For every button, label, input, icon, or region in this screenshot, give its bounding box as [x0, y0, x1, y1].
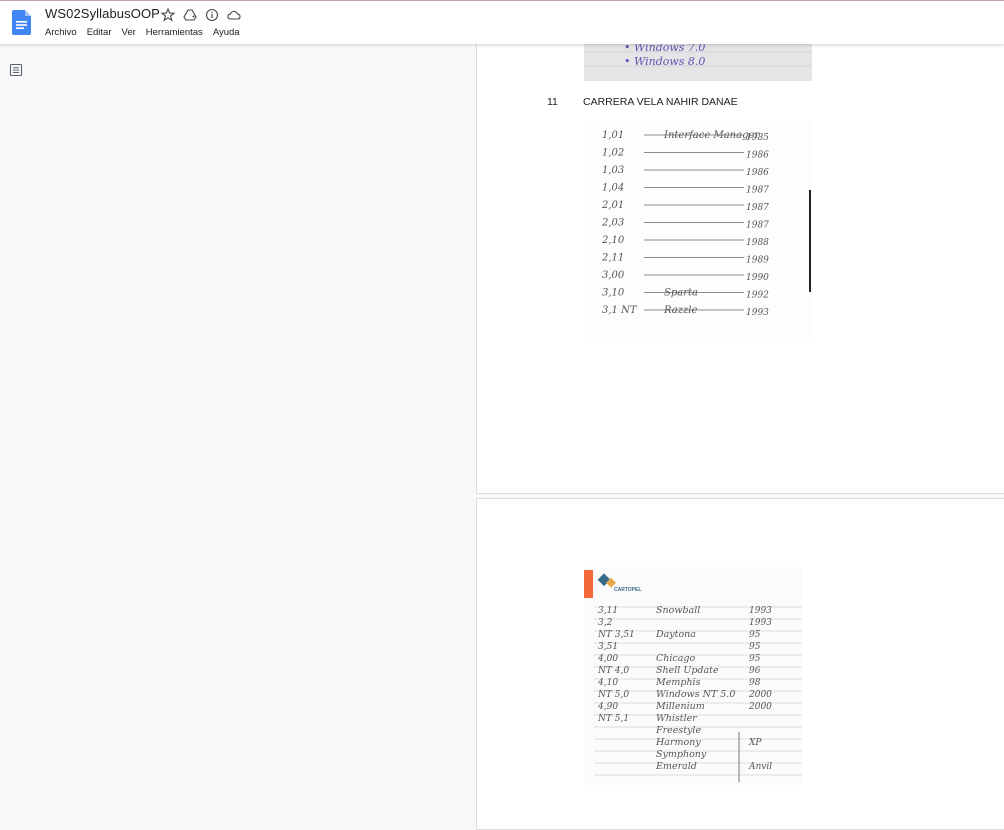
photo2-year: 1986 — [746, 168, 769, 178]
cartopel-logo: CARTOPEL — [614, 587, 641, 593]
photo3-name: Chicago — [656, 653, 695, 664]
photo3-year: 1993 — [749, 618, 772, 628]
document-outline-icon[interactable] — [9, 63, 23, 77]
photo3-name: Memphis — [655, 677, 701, 688]
photo3-version: 3,51 — [598, 642, 618, 652]
handwritten-photo-1[interactable]: • Windows 7.0 • Windows 8.0 — [584, 44, 812, 81]
photo3-name: Symphony — [656, 749, 707, 760]
photo2-year: 1989 — [746, 256, 769, 266]
document-title[interactable]: WS02SyllabusOOP — [45, 6, 160, 21]
photo2-version: 3,1 NT — [602, 305, 638, 316]
photo3-year: 98 — [749, 678, 761, 688]
photo3-row: Freestyle — [655, 725, 701, 736]
photo2-year: 1985 — [746, 133, 769, 143]
photo3-version: 4,10 — [597, 678, 618, 688]
photo2-name: Sparta — [664, 288, 698, 299]
photo2-version: 1,03 — [602, 165, 624, 176]
photo2-version: 1,02 — [602, 148, 624, 159]
photo3-name: Shell Update — [656, 665, 719, 676]
photo2-version: 2,01 — [601, 200, 624, 211]
photo3-version: 4,90 — [597, 702, 618, 712]
menu-bar: Archivo Editar Ver Herramientas Ayuda — [45, 27, 240, 38]
menu-ayuda[interactable]: Ayuda — [213, 27, 240, 38]
photo2-year: 1990 — [746, 273, 769, 283]
photo3-name: Whistler — [656, 713, 698, 724]
photo2-version: 3,10 — [602, 288, 625, 299]
docs-header: WS02SyllabusOOP Archivo Editar Ver Herra… — [0, 1, 1004, 44]
menu-herramientas[interactable]: Herramientas — [146, 27, 203, 38]
entry-number: 11 — [547, 96, 558, 108]
photo2-version: 1,04 — [602, 183, 624, 194]
photo3-year: 95 — [749, 642, 761, 652]
photo2-year: 1993 — [746, 308, 769, 318]
photo2-year: 1987 — [746, 221, 769, 231]
photo3-version: NT 4,0 — [597, 666, 629, 676]
photo2-version: 2,11 — [601, 253, 624, 264]
photo3-year: 2000 — [748, 690, 772, 700]
photo2-year: 1987 — [746, 186, 769, 196]
photo3-version: 3,2 — [598, 618, 613, 628]
photo2-year: 1986 — [746, 151, 769, 161]
photo3-year: 95 — [749, 630, 761, 640]
menu-ver[interactable]: Ver — [122, 27, 136, 38]
move-to-drive-icon[interactable] — [182, 7, 198, 23]
photo3-name: Harmony — [655, 737, 701, 748]
menu-editar[interactable]: Editar — [87, 27, 112, 38]
photo2-year: 1987 — [746, 203, 769, 213]
info-icon[interactable] — [204, 7, 220, 23]
handwritten-photo-2[interactable]: 1,01 Interface Manager 1985 1,02 1986 1,03 198… — [584, 120, 813, 342]
photo3-version: NT 5,1 — [597, 714, 629, 724]
photo3-name: Snowball — [656, 605, 700, 616]
photo3-name: Freestyle — [655, 725, 701, 736]
photo1-line-2: • Windows 8.0 — [624, 55, 705, 68]
photo3-year: XP — [748, 738, 762, 748]
photo3-version: NT 5,0 — [597, 690, 629, 700]
photo2-name: Razzle — [663, 305, 697, 316]
google-docs-icon[interactable] — [12, 10, 31, 35]
photo3-year: 96 — [749, 666, 761, 676]
photo3-name: Daytona — [655, 629, 696, 640]
photo3-version: 4,00 — [597, 654, 618, 664]
cloud-status-icon[interactable] — [226, 7, 242, 23]
photo3-year: 1993 — [749, 606, 772, 616]
photo2-year: 1992 — [746, 291, 769, 301]
photo3-year: Anvil — [748, 762, 772, 772]
photo2-version: 1,01 — [602, 130, 624, 141]
menu-archivo[interactable]: Archivo — [45, 27, 77, 38]
photo3-version: NT 3,51 — [597, 630, 635, 640]
photo2-version: 2,10 — [601, 235, 625, 246]
star-icon[interactable] — [160, 7, 176, 23]
photo3-name: Windows NT 5.0 — [656, 689, 735, 700]
photo1-line-1: • Windows 7.0 — [624, 44, 705, 54]
photo3-year: 2000 — [748, 702, 772, 712]
photo3-name: Millenium — [655, 701, 705, 712]
handwritten-photo-3[interactable]: CARTOPEL 3,11 Snowball 1993 3,2 1993 NT 3,51 D… — [584, 567, 802, 785]
photo3-version: 3,11 — [598, 606, 618, 616]
photo2-year: 1988 — [746, 238, 769, 248]
photo3-row: Symphony — [656, 749, 707, 760]
photo2-version: 3,00 — [602, 270, 625, 281]
entry-name: CARRERA VELA NAHIR DANAE — [583, 96, 738, 108]
photo3-name: Emerald — [655, 761, 697, 772]
photo3-year: 95 — [749, 654, 761, 664]
photo2-version: 2,03 — [601, 218, 624, 229]
